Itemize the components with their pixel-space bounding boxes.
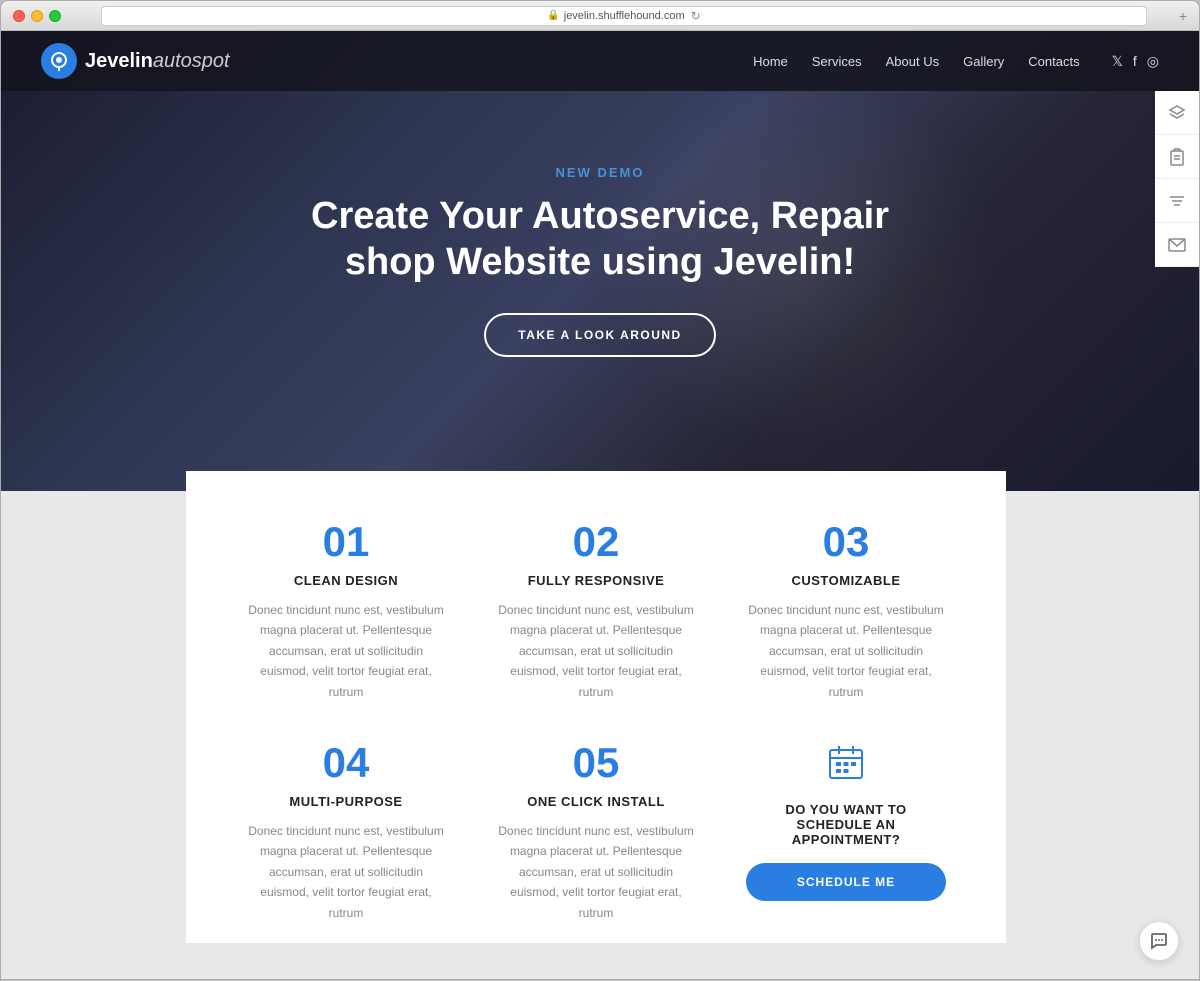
feature-desc-3: Donec tincidunt nunc est, vestibulum mag… [746, 600, 946, 702]
hero-cta-button[interactable]: TAKE A LOOK AROUND [484, 313, 715, 357]
nav-gallery[interactable]: Gallery [963, 54, 1004, 69]
cta-title: DO YOU WANT TO SCHEDULE AN APPOINTMENT? [746, 802, 946, 847]
nav-contacts[interactable]: Contacts [1028, 54, 1079, 69]
logo[interactable]: Jevelinautospot [41, 43, 230, 79]
social-links: 𝕏 f ◎ [1112, 53, 1159, 70]
instagram-icon[interactable]: ◎ [1147, 53, 1159, 70]
feature-item-3: 03 CUSTOMIZABLE Donec tincidunt nunc est… [736, 521, 956, 702]
feature-title-2: FULLY RESPONSIVE [496, 573, 696, 588]
nav-home[interactable]: Home [753, 54, 788, 69]
navbar: Jevelinautospot Home Services About Us G… [1, 31, 1199, 91]
feature-number-5: 05 [496, 742, 696, 784]
feature-title-3: CUSTOMIZABLE [746, 573, 946, 588]
sidebar-icons [1155, 91, 1199, 267]
nav-services[interactable]: Services [812, 54, 862, 69]
calendar-icon [746, 742, 946, 792]
feature-title-4: MULTI-PURPOSE [246, 794, 446, 809]
feature-number-4: 04 [246, 742, 446, 784]
features-section: 01 CLEAN DESIGN Donec tincidunt nunc est… [186, 471, 1006, 943]
refresh-icon[interactable]: ↻ [691, 9, 701, 23]
features-grid: 01 CLEAN DESIGN Donec tincidunt nunc est… [236, 521, 956, 923]
hero-tag: NEW DEMO [300, 165, 900, 180]
sidebar-filter-icon[interactable] [1155, 179, 1199, 223]
website-content: Jevelinautospot Home Services About Us G… [1, 31, 1199, 981]
browser-dots [13, 10, 61, 22]
sidebar-layers-icon[interactable] [1155, 91, 1199, 135]
feature-desc-5: Donec tincidunt nunc est, vestibulum mag… [496, 821, 696, 923]
browser-titlebar: 🔒 jevelin.shufflehound.com ↻ + [1, 1, 1199, 31]
feature-number-1: 01 [246, 521, 446, 563]
address-bar[interactable]: 🔒 jevelin.shufflehound.com ↻ [101, 6, 1147, 26]
feature-number-2: 02 [496, 521, 696, 563]
sidebar-mail-icon[interactable] [1155, 223, 1199, 267]
feature-title-5: ONE CLICK INSTALL [496, 794, 696, 809]
feature-title-1: CLEAN DESIGN [246, 573, 446, 588]
hero-section: NEW DEMO Create Your Autoservice, Repair… [1, 31, 1199, 491]
cta-item: DO YOU WANT TO SCHEDULE AN APPOINTMENT? … [736, 742, 956, 923]
maximize-button[interactable] [49, 10, 61, 22]
feature-number-3: 03 [746, 521, 946, 563]
feature-item-5: 05 ONE CLICK INSTALL Donec tincidunt nun… [486, 742, 706, 923]
twitter-icon[interactable]: 𝕏 [1112, 53, 1123, 70]
minimize-button[interactable] [31, 10, 43, 22]
browser-window: 🔒 jevelin.shufflehound.com ↻ + Jevelinau… [0, 0, 1200, 980]
feature-item-2: 02 FULLY RESPONSIVE Donec tincidunt nunc… [486, 521, 706, 702]
facebook-icon[interactable]: f [1133, 53, 1137, 70]
close-button[interactable] [13, 10, 25, 22]
nav-links: Home Services About Us Gallery Contacts … [753, 53, 1159, 70]
feature-item-1: 01 CLEAN DESIGN Donec tincidunt nunc est… [236, 521, 456, 702]
schedule-button[interactable]: SCHEDULE ME [746, 863, 946, 901]
feature-desc-1: Donec tincidunt nunc est, vestibulum mag… [246, 600, 446, 702]
hero-title: Create Your Autoservice, Repair shop Web… [300, 194, 900, 285]
logo-text: Jevelinautospot [85, 50, 230, 73]
feature-item-4: 04 MULTI-PURPOSE Donec tincidunt nunc es… [236, 742, 456, 923]
url-text: jevelin.shufflehound.com [564, 10, 685, 22]
new-tab-icon[interactable]: + [1179, 8, 1187, 24]
nav-about[interactable]: About Us [886, 54, 939, 69]
feature-desc-2: Donec tincidunt nunc est, vestibulum mag… [496, 600, 696, 702]
chat-bubble-button[interactable] [1139, 921, 1179, 961]
sidebar-clipboard-icon[interactable] [1155, 135, 1199, 179]
lock-icon: 🔒 [547, 10, 559, 21]
feature-desc-4: Donec tincidunt nunc est, vestibulum mag… [246, 821, 446, 923]
logo-icon [41, 43, 77, 79]
hero-content: NEW DEMO Create Your Autoservice, Repair… [300, 165, 900, 357]
